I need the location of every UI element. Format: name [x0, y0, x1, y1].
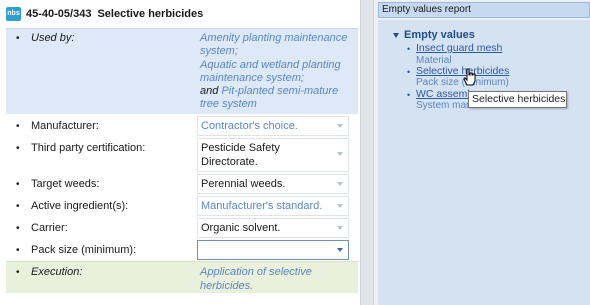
third-party-value: Pesticide Safety Directorate. [201, 142, 280, 169]
expand-triangle-icon[interactable] [393, 33, 399, 38]
manufacturer-label: Manufacturer: [31, 120, 99, 132]
third-party-label: Third party certification: [31, 142, 146, 154]
clause-header: nbs 45-40-05/343 Selective herbicides [0, 0, 360, 28]
bullet-icon: • [16, 121, 20, 132]
execution-line: herbicides. [200, 279, 254, 292]
used-by-value: Amenity planting maintenance system; Aqu… [200, 32, 350, 112]
target-weeds-field[interactable]: Perennial weeds. [197, 174, 349, 194]
active-ingredient-field[interactable]: Manufacturer's standard. [197, 196, 349, 216]
bullet-icon: • [16, 143, 20, 154]
carrier-field[interactable]: Organic solvent. [197, 218, 349, 238]
execution-line: Application of selective [200, 266, 312, 278]
third-party-field[interactable]: Pesticide Safety Directorate. [197, 138, 349, 172]
chevron-down-icon[interactable] [337, 152, 343, 156]
bullet-icon: • [16, 33, 20, 44]
report-content [378, 20, 590, 305]
used-by-line: tree system [200, 98, 257, 111]
used-by-line: maintenance system; [200, 71, 304, 84]
panel-splitter[interactable] [360, 0, 374, 305]
used-by-line: system; [200, 45, 238, 58]
and-word: and [200, 85, 219, 98]
target-weeds-label: Target weeds: [31, 178, 100, 190]
bullet-icon: • [407, 67, 411, 77]
nbs-logo-icon: nbs [6, 7, 21, 21]
specification-panel: nbs 45-40-05/343 Selective herbicides • U… [0, 0, 360, 305]
chevron-down-icon[interactable] [337, 124, 343, 128]
pack-size-label: Pack size (minimum): [31, 244, 137, 256]
pack-size-field[interactable] [197, 240, 349, 260]
execution-label: Execution: [31, 266, 83, 278]
bullet-icon: • [16, 223, 20, 234]
carrier-value: Organic solvent. [201, 222, 281, 234]
used-by-line: Pit-planted semi-mature [221, 85, 339, 98]
chevron-down-icon[interactable] [337, 226, 343, 230]
report-link-wc-assembly[interactable]: WC assemb [416, 88, 473, 100]
carrier-label: Carrier: [31, 222, 68, 234]
manufacturer-field[interactable]: Contractor's choice. [197, 116, 349, 136]
value-line: Directorate. [201, 155, 258, 168]
bullet-icon: • [16, 267, 20, 278]
execution-value: Application of selective herbicides. [200, 266, 345, 293]
used-by-line: Aquatic and wetland planting [200, 58, 341, 71]
tooltip: Selective herbicides [468, 91, 567, 108]
bullet-icon: • [407, 90, 411, 100]
report-link-insect-guard-mesh[interactable]: Insect guard mesh [416, 42, 502, 54]
hand-cursor-icon [463, 68, 476, 86]
chevron-down-icon[interactable] [337, 204, 343, 208]
active-ingredient-value: Manufacturer's standard. [201, 200, 323, 212]
clause-title: 45-40-05/343 Selective herbicides [26, 8, 209, 20]
bullet-icon: • [16, 179, 20, 190]
bullet-icon: • [16, 245, 20, 256]
active-ingredient-label: Active ingredient(s): [31, 200, 129, 212]
target-weeds-value: Perennial weeds. [201, 178, 286, 190]
bullet-icon: • [407, 44, 411, 54]
chevron-down-icon[interactable] [337, 248, 343, 252]
clause-code: 45-40-05/343 [26, 8, 92, 20]
report-sub-system: System man [416, 100, 472, 111]
clause-name: Selective herbicides [97, 8, 204, 20]
report-title: Empty values report [378, 2, 590, 18]
chevron-down-icon[interactable] [337, 182, 343, 186]
bullet-icon: • [16, 201, 20, 212]
used-by-label: Used by: [31, 32, 75, 44]
empty-values-group[interactable]: Empty values [404, 29, 475, 41]
manufacturer-value: Contractor's choice. [201, 120, 298, 132]
used-by-line: Amenity planting maintenance [200, 32, 348, 44]
value-line: Pesticide Safety [201, 142, 280, 154]
